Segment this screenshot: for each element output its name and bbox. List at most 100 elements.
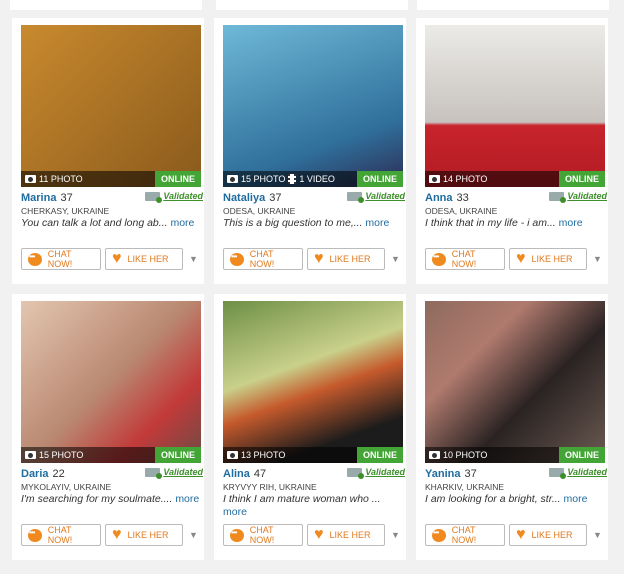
profile-name[interactable]: Anna bbox=[425, 192, 453, 204]
video-icon bbox=[288, 174, 297, 184]
profile-name[interactable]: Nataliya bbox=[223, 192, 265, 204]
like-her-button[interactable]: ♥ LIKE HER bbox=[509, 524, 587, 546]
profile-card: 10 PHOTO ONLINE Yanina 37 Validated KHAR… bbox=[416, 294, 608, 560]
chat-icon bbox=[432, 252, 446, 266]
more-link[interactable]: more bbox=[175, 493, 199, 505]
profile-age: 33 bbox=[456, 192, 469, 204]
video-count: 1 VIDEO bbox=[299, 174, 335, 184]
like-her-button[interactable]: ♥ LIKE HER bbox=[105, 248, 183, 270]
id-card-icon bbox=[145, 191, 163, 203]
photo-count: 10 PHOTO bbox=[443, 450, 488, 460]
chat-now-button[interactable]: CHAT NOW! bbox=[21, 524, 101, 546]
chevron-down-icon[interactable]: ▼ bbox=[189, 530, 198, 540]
profile-name[interactable]: Alina bbox=[223, 468, 250, 480]
profile-city: MYKOLAYIV, UKRAINE bbox=[21, 482, 112, 492]
chevron-down-icon[interactable]: ▼ bbox=[391, 254, 400, 264]
card-stub bbox=[10, 0, 202, 10]
chat-now-button[interactable]: CHAT NOW! bbox=[425, 248, 505, 270]
validated-badge[interactable]: Validated bbox=[549, 191, 607, 203]
profile-bio: I think that in my life - i am... more bbox=[425, 217, 583, 229]
heart-icon: ♥ bbox=[112, 526, 122, 543]
camera-icon bbox=[227, 175, 238, 183]
profile-card: 15 PHOTO ONLINE Daria 22 Validated MYKOL… bbox=[12, 294, 204, 560]
chat-icon bbox=[230, 252, 244, 266]
photo-count: 13 PHOTO bbox=[241, 450, 286, 460]
like-her-button[interactable]: ♥ LIKE HER bbox=[509, 248, 587, 270]
chat-now-button[interactable]: CHAT NOW! bbox=[223, 524, 303, 546]
profile-photo[interactable]: 11 PHOTO ONLINE bbox=[21, 25, 201, 187]
profile-name[interactable]: Marina bbox=[21, 192, 56, 204]
more-link[interactable]: more bbox=[365, 217, 389, 229]
profile-card: 14 PHOTO ONLINE Anna 33 Validated ODESA,… bbox=[416, 18, 608, 284]
profile-bio: I am looking for a bright, str... more bbox=[425, 493, 588, 505]
online-badge: ONLINE bbox=[558, 447, 605, 463]
heart-icon: ♥ bbox=[112, 250, 122, 267]
photo-count: 14 PHOTO bbox=[443, 174, 488, 184]
chevron-down-icon[interactable]: ▼ bbox=[189, 254, 198, 264]
profile-name[interactable]: Yanina bbox=[425, 468, 460, 480]
profile-city: CHERKASY, UKRAINE bbox=[21, 206, 110, 216]
profile-photo[interactable]: 15 PHOTO ONLINE bbox=[21, 301, 201, 463]
profile-name[interactable]: Daria bbox=[21, 468, 49, 480]
heart-icon: ♥ bbox=[314, 526, 324, 543]
like-her-button[interactable]: ♥ LIKE HER bbox=[307, 248, 385, 270]
chevron-down-icon[interactable]: ▼ bbox=[593, 254, 602, 264]
like-her-button[interactable]: ♥ LIKE HER bbox=[307, 524, 385, 546]
camera-icon bbox=[25, 175, 36, 183]
profile-bio: You can talk a lot and long ab... more bbox=[21, 217, 195, 229]
profile-city: KHARKIV, UKRAINE bbox=[425, 482, 505, 492]
more-link[interactable]: more bbox=[559, 217, 583, 229]
profile-card: 15 PHOTO 1 VIDEO ONLINE Nataliya 37 Valid… bbox=[214, 18, 406, 284]
profile-photo[interactable]: 15 PHOTO 1 VIDEO ONLINE bbox=[223, 25, 403, 187]
profile-photo[interactable]: 14 PHOTO ONLINE bbox=[425, 25, 605, 187]
camera-icon bbox=[429, 175, 440, 183]
online-badge: ONLINE bbox=[356, 171, 403, 187]
chevron-down-icon[interactable]: ▼ bbox=[391, 530, 400, 540]
profile-city: ODESA, UKRAINE bbox=[425, 206, 498, 216]
validated-badge[interactable]: Validated bbox=[145, 467, 203, 479]
id-card-icon bbox=[549, 467, 567, 479]
chat-icon bbox=[230, 528, 244, 542]
profile-photo[interactable]: 13 PHOTO ONLINE bbox=[223, 301, 403, 463]
id-card-icon bbox=[145, 467, 163, 479]
camera-icon bbox=[429, 451, 440, 459]
validated-badge[interactable]: Validated bbox=[347, 467, 405, 479]
like-her-button[interactable]: ♥ LIKE HER bbox=[105, 524, 183, 546]
validated-badge[interactable]: Validated bbox=[347, 191, 405, 203]
card-stub bbox=[216, 0, 408, 10]
id-card-icon bbox=[347, 191, 365, 203]
heart-icon: ♥ bbox=[516, 250, 526, 267]
photo-count: 11 PHOTO bbox=[39, 174, 83, 184]
chat-icon bbox=[28, 252, 42, 266]
more-link[interactable]: more bbox=[564, 493, 588, 505]
profile-age: 47 bbox=[253, 468, 267, 480]
profile-card: 11 PHOTO ONLINE Marina 37 Validated CHER… bbox=[12, 18, 204, 284]
profile-bio: I'm searching for my soulmate.... more bbox=[21, 493, 200, 505]
camera-icon bbox=[227, 451, 238, 459]
profile-age: 37 bbox=[60, 192, 73, 204]
chat-now-button[interactable]: CHAT NOW! bbox=[223, 248, 303, 270]
heart-icon: ♥ bbox=[516, 526, 526, 543]
profile-photo[interactable]: 10 PHOTO ONLINE bbox=[425, 301, 605, 463]
chat-icon bbox=[432, 528, 446, 542]
profile-grid: 11 PHOTO ONLINE Marina 37 Validated CHER… bbox=[10, 0, 614, 574]
profile-bio: This is a big question to me,... more bbox=[223, 217, 390, 229]
chat-icon bbox=[28, 528, 42, 542]
chat-now-button[interactable]: CHAT NOW! bbox=[21, 248, 101, 270]
profile-age: 37 bbox=[269, 192, 282, 204]
online-badge: ONLINE bbox=[558, 171, 605, 187]
more-link[interactable]: more bbox=[170, 217, 194, 229]
card-stub bbox=[417, 0, 609, 10]
online-badge: ONLINE bbox=[154, 447, 201, 463]
validated-badge[interactable]: Validated bbox=[549, 467, 607, 479]
more-link[interactable]: more bbox=[223, 506, 247, 518]
profile-city: ODESA, UKRAINE bbox=[223, 206, 296, 216]
online-badge: ONLINE bbox=[356, 447, 403, 463]
profile-city: KRYVYY RIH, UKRAINE bbox=[223, 482, 317, 492]
profile-bio: I think I am mature woman who ... more bbox=[223, 493, 381, 518]
validated-badge[interactable]: Validated bbox=[145, 191, 203, 203]
camera-icon bbox=[25, 451, 36, 459]
chevron-down-icon[interactable]: ▼ bbox=[593, 530, 602, 540]
chat-now-button[interactable]: CHAT NOW! bbox=[425, 524, 505, 546]
online-badge: ONLINE bbox=[154, 171, 201, 187]
